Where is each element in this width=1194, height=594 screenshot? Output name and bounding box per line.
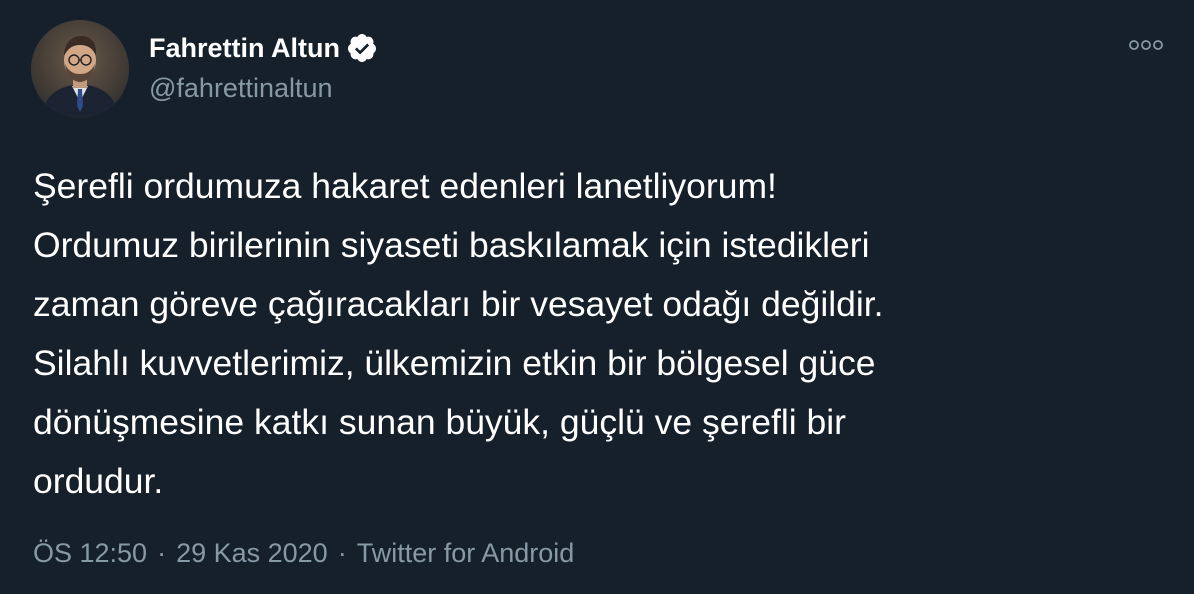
more-horizontal-icon (1129, 40, 1163, 50)
meta-separator: · (157, 538, 167, 568)
more-options-button[interactable] (1126, 30, 1166, 60)
tweet-source[interactable]: Twitter for Android (357, 538, 575, 568)
author-name-text[interactable]: Fahrettin Altun (149, 33, 340, 64)
verified-badge-icon (346, 32, 378, 64)
tweet-text: Şerefli ordumuza hakaret edenleri lanetl… (33, 166, 884, 501)
tweet-metadata: ÖS 12:50 · 29 Kas 2020 · Twitter for Android (33, 538, 574, 569)
avatar-image (31, 20, 129, 118)
tweet-time[interactable]: ÖS 12:50 (33, 538, 147, 568)
tweet-date[interactable]: 29 Kas 2020 (176, 538, 328, 568)
author-handle[interactable]: @fahrettinaltun (149, 73, 333, 104)
author-avatar[interactable] (31, 20, 129, 118)
meta-separator: · (337, 538, 347, 568)
author-name[interactable]: Fahrettin Altun (149, 32, 378, 64)
tweet-card: Fahrettin Altun @fahrettinaltun Şerefli … (0, 0, 1194, 594)
